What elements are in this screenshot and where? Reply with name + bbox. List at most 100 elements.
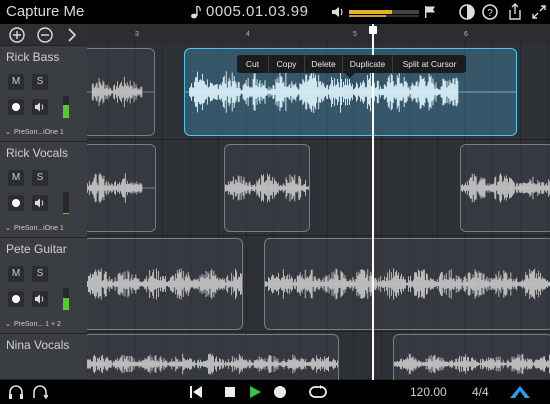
track-lane[interactable] xyxy=(87,236,550,332)
solo-button[interactable]: S xyxy=(32,74,48,90)
song-position[interactable]: 0005.01.03.99 xyxy=(206,3,308,20)
track-header-rick-vocals[interactable]: Rick Vocals M S ⌄ PreSon...iOne 1 xyxy=(0,142,87,238)
volume-slider-fill xyxy=(349,10,393,14)
level-meter xyxy=(63,288,69,310)
metronome-icon[interactable] xyxy=(458,3,476,21)
ruler-mark: 3 xyxy=(135,31,139,38)
monitor-button[interactable] xyxy=(32,99,48,115)
solo-button[interactable]: S xyxy=(32,170,48,186)
audio-clip[interactable] xyxy=(87,48,155,136)
audio-clip[interactable] xyxy=(87,144,156,232)
waveform xyxy=(87,353,338,375)
volume-slider[interactable] xyxy=(349,10,419,14)
solo-button[interactable]: S xyxy=(32,266,48,282)
record-arm-button[interactable] xyxy=(8,99,24,115)
audio-clip[interactable] xyxy=(224,144,310,232)
monitor-button[interactable] xyxy=(32,291,48,307)
time-signature[interactable]: 4/4 xyxy=(472,385,489,399)
copy-menu-item[interactable]: Copy xyxy=(269,55,305,73)
grid-line xyxy=(437,140,438,235)
track-name: Nina Vocals xyxy=(6,338,70,352)
mute-button[interactable]: M xyxy=(8,74,24,90)
track-toolbar xyxy=(0,24,87,46)
cycle-icon[interactable] xyxy=(308,384,328,400)
record-arm-button[interactable] xyxy=(8,195,24,211)
svg-text:?: ? xyxy=(487,8,493,19)
timeline-ruler[interactable]: 3 4 5 6 xyxy=(87,24,550,44)
input-selector[interactable]: PreSon... 1 + 2 xyxy=(14,321,61,328)
playhead-handle[interactable] xyxy=(369,26,377,34)
remove-track-icon[interactable] xyxy=(36,26,54,44)
grid-line xyxy=(381,140,382,235)
mute-button[interactable]: M xyxy=(8,170,24,186)
audio-clip[interactable] xyxy=(393,334,550,380)
record-icon[interactable] xyxy=(272,384,288,400)
track-name: Rick Bass xyxy=(6,50,60,64)
record-icon xyxy=(12,103,20,111)
level-meter xyxy=(63,192,69,214)
track-name: Pete Guitar xyxy=(6,242,67,256)
context-menu-pointer xyxy=(345,73,355,78)
chevron-down-icon[interactable]: ⌄ xyxy=(5,224,11,232)
grid-line xyxy=(162,140,163,235)
level-meter-fill xyxy=(63,297,69,310)
grid-line xyxy=(547,44,548,139)
grid-line xyxy=(190,140,191,235)
track-header-pete-guitar[interactable]: Pete Guitar M S ⌄ PreSon... 1 + 2 xyxy=(0,238,87,334)
add-track-icon[interactable] xyxy=(8,26,26,44)
grid-line xyxy=(218,140,219,235)
monitor-icon xyxy=(35,294,44,304)
waveform xyxy=(87,268,242,300)
waveform xyxy=(461,173,550,203)
level-meter-fill xyxy=(63,212,69,214)
playhead[interactable] xyxy=(372,24,374,380)
rewind-icon[interactable] xyxy=(188,384,204,400)
track-header-rick-bass[interactable]: Rick Bass M S ⌄ PreSon...iOne 1 xyxy=(0,46,87,142)
track-header-nina-vocals[interactable]: Nina Vocals xyxy=(0,334,87,380)
audio-clip[interactable] xyxy=(460,144,550,232)
audio-clip[interactable] xyxy=(87,238,243,330)
grid-line xyxy=(162,44,163,139)
stop-icon[interactable] xyxy=(222,384,238,400)
note-icon xyxy=(191,5,201,19)
expand-icon[interactable] xyxy=(530,3,548,21)
audio-clip[interactable] xyxy=(264,238,550,330)
tempo[interactable]: 120.00 xyxy=(410,385,447,399)
grid-line xyxy=(409,140,410,235)
waveform xyxy=(87,172,155,204)
logo-icon[interactable] xyxy=(508,384,532,400)
track-name: Rick Vocals xyxy=(6,146,69,160)
level-meter-fill xyxy=(63,104,69,118)
mute-button[interactable]: M xyxy=(8,266,24,282)
input-selector[interactable]: PreSon...iOne 1 xyxy=(14,129,64,136)
loop-back-icon[interactable] xyxy=(32,384,48,400)
grid-line xyxy=(353,332,354,379)
transport-bar: 120.00 4/4 xyxy=(0,380,550,404)
record-arm-button[interactable] xyxy=(8,291,24,307)
share-icon[interactable] xyxy=(506,3,524,21)
arrange-view[interactable] xyxy=(87,44,550,380)
ruler-mark: 5 xyxy=(353,31,357,38)
chevron-down-icon[interactable]: ⌄ xyxy=(5,320,11,328)
monitor-icon xyxy=(35,198,44,208)
input-selector[interactable]: PreSon...iOne 1 xyxy=(14,225,64,232)
chevron-right-icon[interactable] xyxy=(63,26,81,44)
track-lane[interactable] xyxy=(87,332,550,380)
headphones-icon[interactable] xyxy=(8,384,24,400)
waveform xyxy=(225,173,309,203)
delete-menu-item[interactable]: Delete xyxy=(305,55,343,73)
track-list: Rick Bass M S ⌄ PreSon...iOne 1 Rick Voc… xyxy=(0,24,87,380)
clip-context-menu: Cut Copy Delete Duplicate Split at Curso… xyxy=(237,55,466,73)
flag-icon[interactable] xyxy=(423,5,437,19)
monitor-button[interactable] xyxy=(32,195,48,211)
track-lane[interactable] xyxy=(87,140,550,236)
speaker-icon[interactable] xyxy=(331,5,345,19)
duplicate-menu-item[interactable]: Duplicate xyxy=(343,55,393,73)
chevron-down-icon[interactable]: ⌄ xyxy=(5,128,11,136)
audio-clip[interactable] xyxy=(87,334,339,380)
split-at-cursor-menu-item[interactable]: Split at Cursor xyxy=(393,55,466,73)
play-icon[interactable] xyxy=(247,384,263,400)
ruler-mark: 6 xyxy=(464,31,468,38)
cut-menu-item[interactable]: Cut xyxy=(237,55,269,73)
help-icon[interactable]: ? xyxy=(481,3,499,21)
